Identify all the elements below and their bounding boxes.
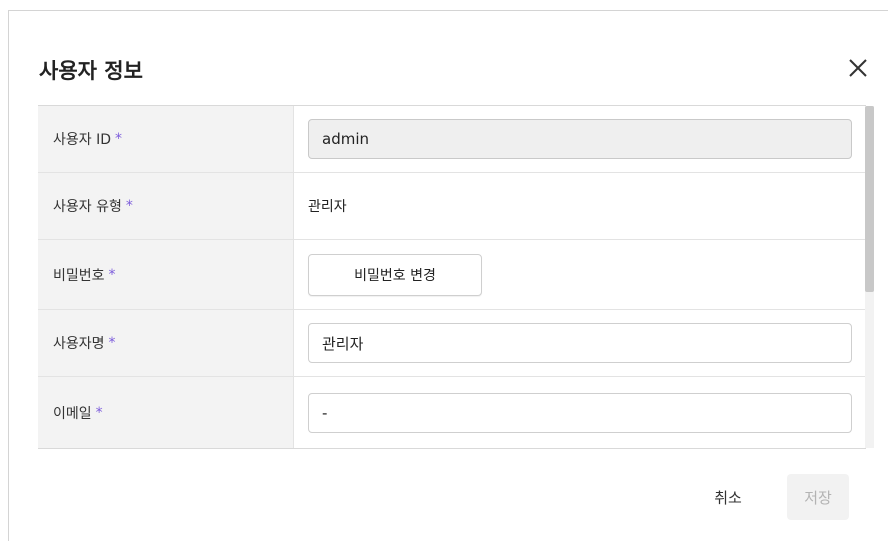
dialog-title: 사용자 정보 — [39, 59, 143, 83]
cancel-button[interactable]: 취소 — [693, 477, 763, 517]
email-label: 이메일 — [53, 405, 92, 422]
required-mark: * — [115, 131, 122, 147]
user-name-label: 사용자명 — [53, 336, 105, 352]
required-mark: * — [108, 335, 116, 351]
user-id-label: 사용자 ID — [53, 132, 111, 148]
user-name-input[interactable] — [308, 323, 852, 363]
close-icon[interactable] — [841, 51, 875, 85]
save-button[interactable]: 저장 — [787, 474, 849, 520]
required-mark: * — [108, 266, 116, 283]
field-label: 사용자 ID * — [38, 106, 294, 172]
required-mark: * — [125, 198, 133, 214]
email-input[interactable] — [308, 392, 852, 433]
form-row-password: 비밀번호 * 비밀번호 변경 — [38, 240, 866, 310]
field-label: 이메일 * — [38, 377, 294, 448]
form-scrollbar[interactable] — [865, 106, 874, 448]
user-type-label: 사용자 유형 — [53, 199, 122, 215]
required-mark: * — [95, 404, 103, 421]
form-row-user-id: 사용자 ID * — [38, 106, 866, 173]
form-row-user-name: 사용자명 * — [38, 310, 866, 377]
field-label: 사용자명 * — [38, 310, 294, 376]
scrollbar-thumb[interactable] — [865, 106, 874, 292]
field-label: 비밀번호 * — [38, 240, 294, 309]
field-label: 사용자 유형 * — [38, 173, 294, 239]
form-row-email: 이메일 * — [38, 377, 866, 448]
user-id-input[interactable] — [308, 119, 852, 159]
password-label: 비밀번호 — [53, 267, 105, 284]
user-type-value: 관리자 — [308, 199, 347, 215]
user-form: 사용자 ID * 사용자 유형 * 관리자 비밀번호 * 비밀번호 변경 사용자… — [38, 105, 866, 449]
form-row-user-type: 사용자 유형 * 관리자 — [38, 173, 866, 240]
change-password-button[interactable]: 비밀번호 변경 — [308, 253, 482, 296]
